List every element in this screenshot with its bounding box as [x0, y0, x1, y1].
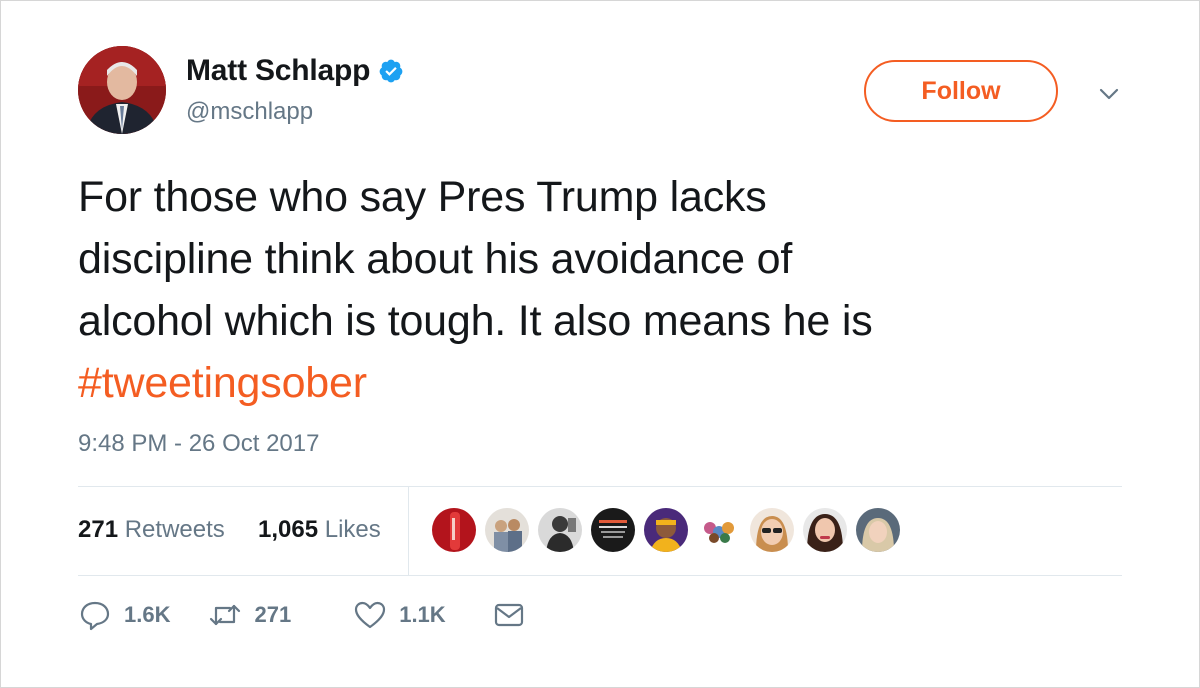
divider [78, 486, 1122, 487]
liker-avatar[interactable] [856, 508, 900, 552]
tweet-actions: 1.6K 271 1.1K [78, 598, 566, 632]
reply-button[interactable]: 1.6K [78, 598, 170, 632]
direct-message-button[interactable] [492, 598, 526, 632]
liker-avatar[interactable] [750, 508, 794, 552]
retweets-label: Retweets [124, 516, 225, 543]
like-count: 1.1K [399, 602, 446, 627]
hashtag-link[interactable]: #tweetingsober [78, 352, 1138, 414]
tweet-text-line: alcohol which is tough. It also means he… [78, 297, 873, 345]
retweets-count: 271 [78, 516, 119, 543]
liker-avatar[interactable] [485, 508, 529, 552]
liker-avatar[interactable] [697, 508, 741, 552]
reply-count: 1.6K [124, 602, 171, 627]
liker-avatar[interactable] [644, 508, 688, 552]
like-button[interactable]: 1.1K [353, 598, 446, 632]
divider [408, 487, 409, 575]
retweet-count: 271 [254, 602, 292, 627]
divider [78, 575, 1122, 576]
retweet-button[interactable]: 271 [208, 598, 291, 632]
liker-avatars [432, 508, 909, 552]
retweet-icon [210, 604, 241, 626]
liker-avatar[interactable] [432, 508, 476, 552]
heart-icon [355, 601, 386, 629]
user-handle[interactable]: @mschlapp [186, 98, 313, 126]
tweet-timestamp[interactable]: 9:48 PM - 26 Oct 2017 [78, 430, 319, 458]
reply-icon [80, 601, 110, 631]
likes-count: 1,065 [258, 516, 319, 543]
tweet-text-line: discipline think about his avoidance of [78, 235, 793, 283]
tweet-text: For those who say Pres Trump lacks disci… [78, 166, 1138, 414]
user-name[interactable]: Matt Schlapp [186, 54, 370, 88]
retweets-stat[interactable]: 271 Retweets [78, 516, 225, 544]
verified-badge-icon [378, 58, 404, 84]
liker-avatar[interactable] [538, 508, 582, 552]
caret-down-icon[interactable] [1094, 82, 1124, 106]
likes-label: Likes [324, 516, 381, 543]
liker-avatar[interactable] [803, 508, 847, 552]
envelope-icon [494, 603, 523, 627]
tweet-text-line: For those who say Pres Trump lacks [78, 173, 767, 221]
liker-avatar[interactable] [591, 508, 635, 552]
avatar[interactable] [78, 46, 166, 134]
user-name-row: Matt Schlapp [186, 54, 404, 88]
likes-stat[interactable]: 1,065 Likes [258, 516, 381, 544]
follow-button[interactable]: Follow [864, 60, 1058, 122]
